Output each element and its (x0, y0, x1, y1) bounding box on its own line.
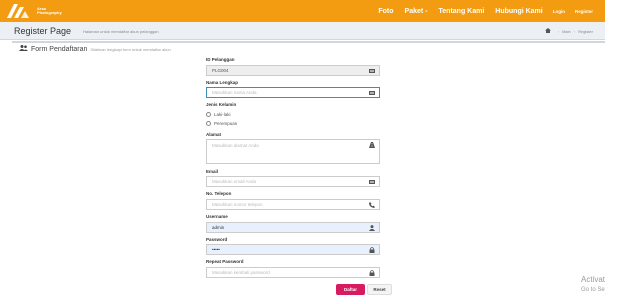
brand-text: Arsa Photography (37, 7, 62, 15)
breadcrumb-separator: › (557, 28, 560, 34)
username-label: Username (206, 214, 228, 219)
form-box: Form Pendaftaran Silahkan lengkapi form … (12, 41, 605, 304)
nav-foto[interactable]: Foto (378, 8, 393, 15)
brand[interactable]: Arsa Photography (5, 3, 62, 19)
brand-logo-icon (5, 3, 35, 19)
keyboard-icon (369, 68, 375, 74)
radio-circle[interactable] (206, 112, 211, 117)
email-input[interactable]: Masukkan email Anda (206, 176, 380, 187)
lock-icon (369, 270, 375, 276)
password-label: Password (206, 237, 228, 242)
page: Arsa Photography Foto Paket - Tentang Ka… (0, 0, 622, 304)
repeat-password-label: Repeat Password (206, 259, 244, 264)
breadcrumb-separator: › (573, 28, 576, 34)
repeat-password-placeholder: Masukkan kembali password (212, 270, 270, 275)
activation-watermark: Activat Go to Se (581, 275, 605, 295)
brand-tagline: Photography (37, 10, 62, 15)
address-placeholder: Masukkan alamat Anda (212, 143, 259, 148)
phone-input[interactable]: Masukkan nomor telepon (206, 199, 380, 210)
id-label: ID Pelanggan (206, 57, 235, 62)
username-value: admin (212, 225, 225, 230)
email-label: Email (206, 169, 219, 174)
form-title-text: Form Pendaftaran (31, 45, 88, 53)
nav-tentang-kami[interactable]: Tentang Kami (439, 8, 485, 15)
top-navbar: Arsa Photography Foto Paket - Tentang Ka… (0, 0, 605, 22)
activation-line-2: Go to Se (581, 287, 605, 293)
submit-button[interactable]: Daftar (336, 284, 365, 295)
phone-icon (369, 202, 375, 208)
address-textarea[interactable]: Masukkan alamat Anda (206, 139, 380, 164)
form-title: Form Pendaftaran Silahkan lengkapi form … (19, 45, 171, 53)
phone-placeholder: Masukkan nomor telepon (212, 202, 263, 207)
repeat-password-input[interactable]: Masukkan kembali password (206, 267, 380, 278)
radio-female[interactable]: Perempuan (206, 121, 237, 126)
nav-register[interactable]: Register (575, 9, 593, 14)
name-placeholder: Masukkan nama Anda (212, 90, 257, 95)
home-icon[interactable] (544, 28, 551, 34)
activation-line-1: Activat (581, 275, 606, 284)
page-subtitle: Halaman untuk mendaftar akun pelanggan (83, 29, 159, 34)
road-icon (369, 142, 375, 148)
name-input[interactable]: Masukkan nama Anda (206, 87, 380, 98)
id-value: PLG004 (212, 68, 229, 73)
password-input[interactable]: ••••• (206, 244, 380, 255)
breadcrumb-main[interactable]: Main (562, 29, 571, 34)
user-icon (369, 225, 375, 231)
username-input[interactable]: admin (206, 222, 380, 233)
phone-label: No. Telepon (206, 191, 232, 196)
radio-male-label: Laki-laki (214, 112, 231, 117)
password-value: ••••• (212, 247, 220, 252)
id-field: PLG004 (206, 65, 380, 76)
keyboard-icon (369, 90, 375, 96)
radio-female-label: Perempuan (214, 121, 238, 126)
gender-label: Jenis Kelamin (206, 102, 237, 107)
breadcrumb-register: Register (578, 28, 593, 34)
lock-icon (369, 247, 375, 253)
page-header: Register Page Halaman untuk mendaftar ak… (0, 22, 605, 40)
radio-male[interactable]: Laki-laki (206, 112, 231, 117)
page-title: Register Page (14, 26, 72, 36)
nav-hubungi-kami[interactable]: Hubungi Kami (495, 8, 542, 15)
nav-paket[interactable]: Paket - (405, 8, 428, 15)
email-placeholder: Masukkan email Anda (212, 179, 257, 184)
nav-login[interactable]: Login (553, 9, 565, 14)
nav-menu: Foto Paket - Tentang Kami Hubungi Kami L… (367, 0, 593, 22)
address-label: Alamat (206, 132, 222, 137)
users-icon (19, 45, 28, 53)
reset-button[interactable]: Reset (367, 284, 392, 295)
radio-circle[interactable] (206, 121, 211, 126)
name-label: Nama Lengkap (206, 80, 239, 85)
breadcrumb: › Main › Register (544, 28, 593, 34)
keyboard-icon (369, 179, 375, 185)
form-description: Silahkan lengkapi form untuk mendaftar a… (90, 46, 171, 52)
